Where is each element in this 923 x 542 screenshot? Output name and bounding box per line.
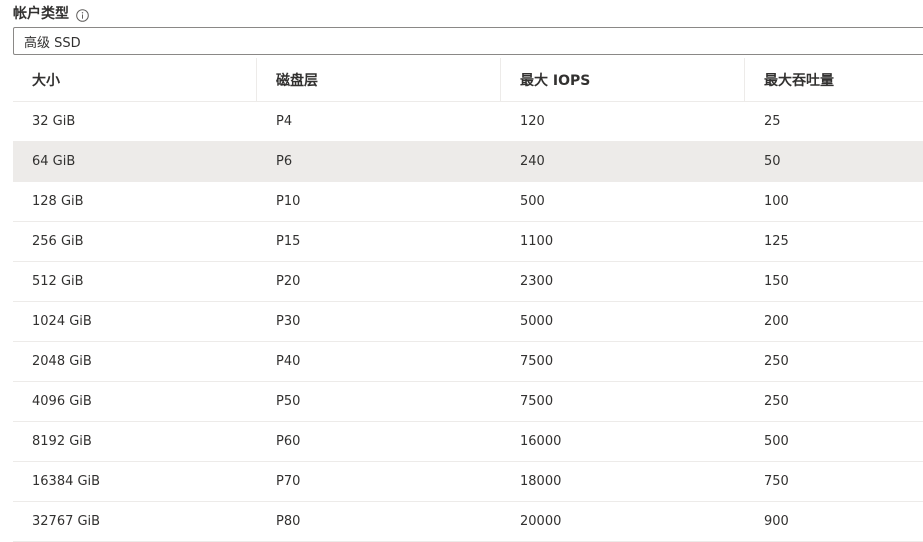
table-row[interactable]: 32767 GiB P80 20000 900 xyxy=(13,502,923,542)
table-row[interactable]: 256 GiB P15 1100 125 xyxy=(13,222,923,262)
size-cell: 512 GiB xyxy=(32,274,84,289)
info-icon[interactable] xyxy=(76,7,89,22)
table-row[interactable]: 512 GiB P20 2300 150 xyxy=(13,262,923,302)
tier-cell: P40 xyxy=(276,354,301,369)
column-header-max-iops[interactable]: 最大 IOPS xyxy=(501,58,745,101)
column-header-max-throughput[interactable]: 最大吞吐量 xyxy=(745,58,923,101)
max-iops-cell: 1100 xyxy=(520,234,554,249)
max-iops-cell: 2300 xyxy=(520,274,554,289)
table-row[interactable]: 128 GiB P10 500 100 xyxy=(13,182,923,222)
size-cell: 8192 GiB xyxy=(32,434,92,449)
max-throughput-cell: 200 xyxy=(764,314,789,329)
max-iops-cell: 20000 xyxy=(520,514,562,529)
tier-cell: P70 xyxy=(276,474,301,489)
table-row[interactable]: 1024 GiB P30 5000 200 xyxy=(13,302,923,342)
max-iops-cell: 240 xyxy=(520,154,545,169)
max-iops-cell: 18000 xyxy=(520,474,562,489)
size-cell: 256 GiB xyxy=(32,234,84,249)
max-throughput-cell: 250 xyxy=(764,354,789,369)
max-iops-cell: 500 xyxy=(520,194,545,209)
tier-cell: P50 xyxy=(276,394,301,409)
max-throughput-cell: 25 xyxy=(764,114,781,129)
size-cell: 4096 GiB xyxy=(32,394,92,409)
table-row[interactable]: 32 GiB P4 120 25 xyxy=(13,102,923,142)
size-cell: 1024 GiB xyxy=(32,314,92,329)
max-throughput-cell: 100 xyxy=(764,194,789,209)
disk-size-table: 大小 磁盘层 最大 IOPS 最大吞吐量 32 GiB P4 120 25 64 GiB… xyxy=(13,58,923,542)
max-throughput-cell: 750 xyxy=(764,474,789,489)
account-type-label: 帐户类型 xyxy=(13,6,69,22)
max-iops-cell: 5000 xyxy=(520,314,554,329)
tier-cell: P15 xyxy=(276,234,301,249)
max-iops-cell: 120 xyxy=(520,114,545,129)
max-throughput-cell: 250 xyxy=(764,394,789,409)
table-row[interactable]: 8192 GiB P60 16000 500 xyxy=(13,422,923,462)
max-throughput-cell: 150 xyxy=(764,274,789,289)
size-cell: 128 GiB xyxy=(32,194,84,209)
max-throughput-cell: 500 xyxy=(764,434,789,449)
tier-cell: P4 xyxy=(276,114,293,129)
account-type-select[interactable]: 高级 SSD xyxy=(13,27,923,55)
table-body: 32 GiB P4 120 25 64 GiB P6 240 50 128 GiB P10 500 1… xyxy=(13,102,923,542)
size-cell: 64 GiB xyxy=(32,154,76,169)
tier-cell: P60 xyxy=(276,434,301,449)
table-row[interactable]: 4096 GiB P50 7500 250 xyxy=(13,382,923,422)
table-row[interactable]: 16384 GiB P70 18000 750 xyxy=(13,462,923,502)
max-throughput-cell: 900 xyxy=(764,514,789,529)
account-type-selected-value: 高级 SSD xyxy=(24,35,81,51)
account-type-label-row: 帐户类型 xyxy=(13,3,89,23)
table-row[interactable]: 64 GiB P6 240 50 xyxy=(13,142,923,182)
tier-cell: P20 xyxy=(276,274,301,289)
max-throughput-cell: 50 xyxy=(764,154,781,169)
tier-cell: P10 xyxy=(276,194,301,209)
tier-cell: P80 xyxy=(276,514,301,529)
max-iops-cell: 7500 xyxy=(520,394,554,409)
column-header-tier[interactable]: 磁盘层 xyxy=(257,58,501,101)
size-cell: 32 GiB xyxy=(32,114,76,129)
tier-cell: P6 xyxy=(276,154,293,169)
tier-cell: P30 xyxy=(276,314,301,329)
column-header-size[interactable]: 大小 xyxy=(13,58,257,101)
size-cell: 2048 GiB xyxy=(32,354,92,369)
size-cell: 32767 GiB xyxy=(32,514,101,529)
max-iops-cell: 7500 xyxy=(520,354,554,369)
max-throughput-cell: 125 xyxy=(764,234,789,249)
table-row[interactable]: 2048 GiB P40 7500 250 xyxy=(13,342,923,382)
table-header: 大小 磁盘层 最大 IOPS 最大吞吐量 xyxy=(13,58,923,102)
max-iops-cell: 16000 xyxy=(520,434,562,449)
size-cell: 16384 GiB xyxy=(32,474,101,489)
